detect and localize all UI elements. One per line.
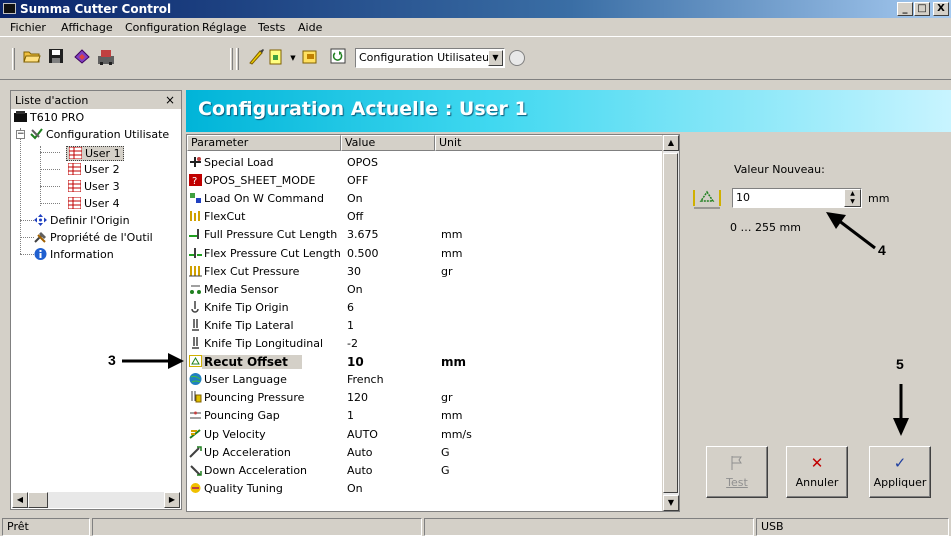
status-ready: Prêt xyxy=(2,518,90,536)
arrow-4-icon xyxy=(826,212,876,250)
arrow-3-icon xyxy=(122,353,184,369)
annotation-arrows xyxy=(122,212,909,436)
status-pane-3 xyxy=(424,518,754,536)
annotation-5: 5 xyxy=(896,356,904,372)
status-pane-2 xyxy=(92,518,422,536)
arrow-5-icon xyxy=(893,384,909,436)
annotation-4: 4 xyxy=(878,242,886,258)
status-connection: USB xyxy=(756,518,949,536)
annotation-3: 3 xyxy=(108,352,116,368)
